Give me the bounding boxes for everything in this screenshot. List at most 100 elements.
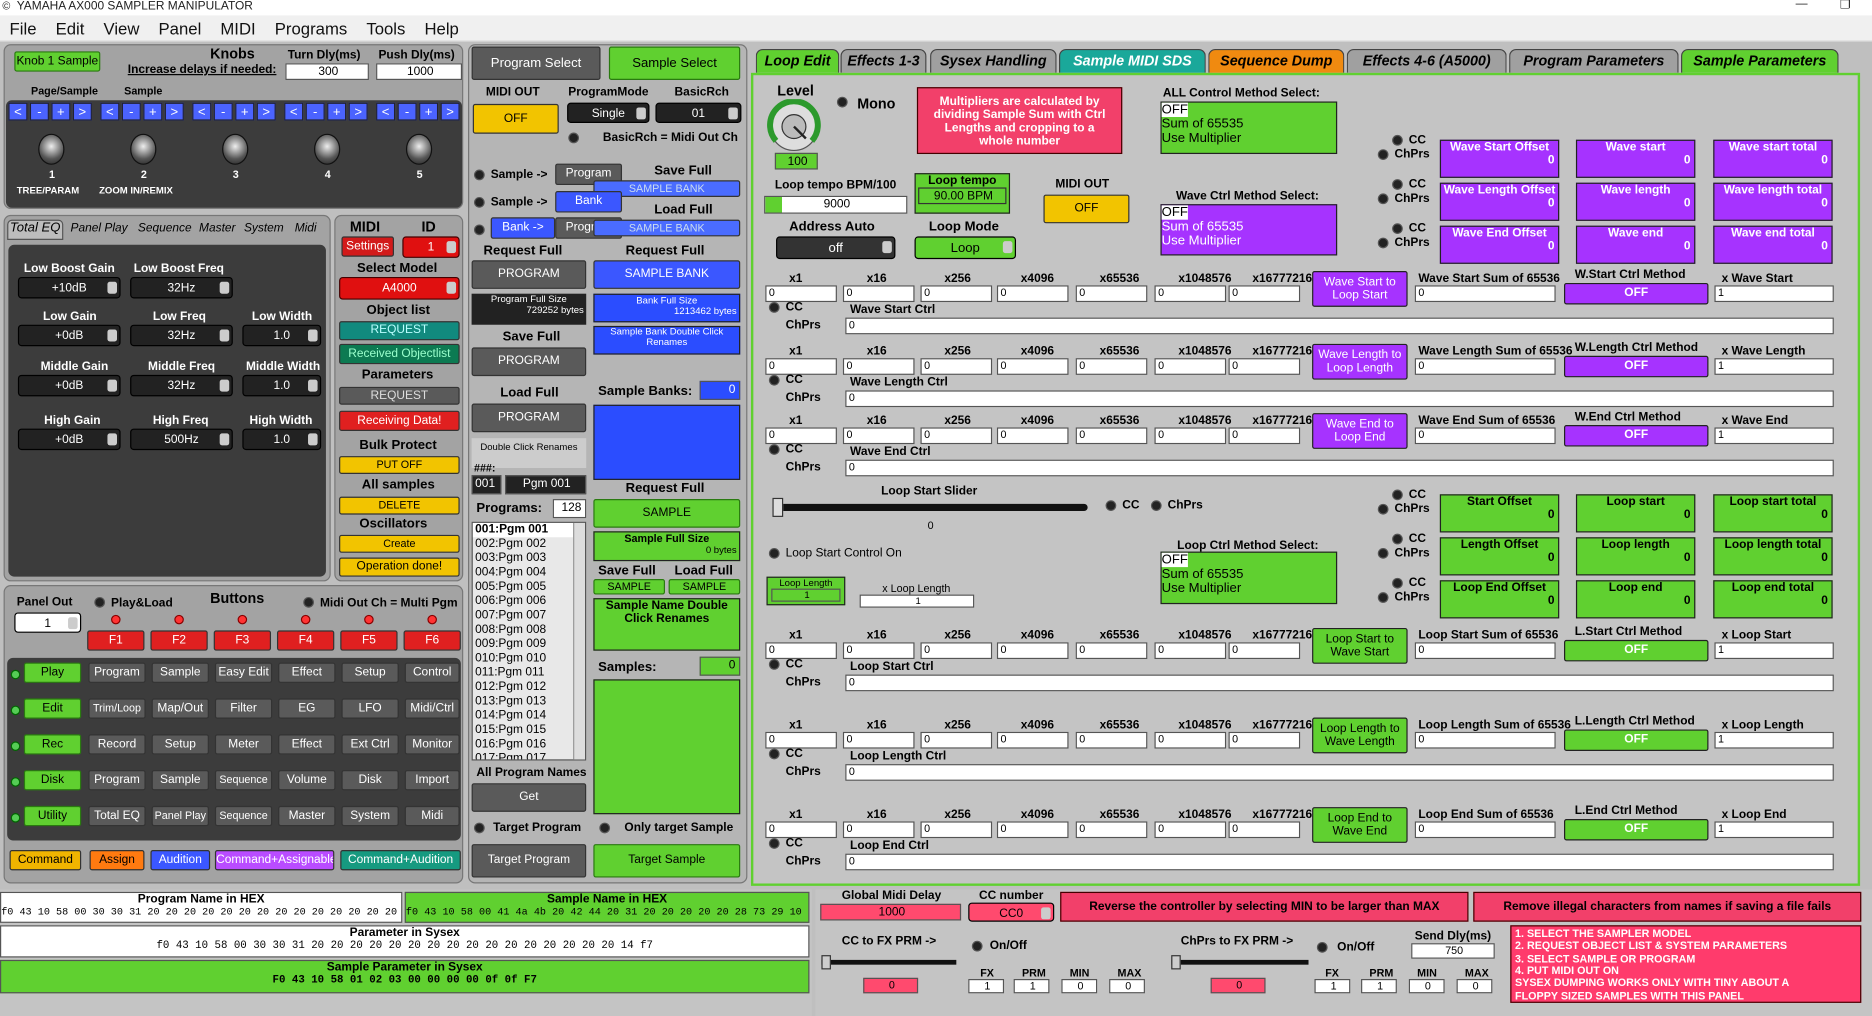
rec-record-button[interactable]: Record: [88, 734, 146, 755]
low-gain-spin[interactable]: +0dB: [17, 324, 121, 347]
loop-mult-input[interactable]: 0: [1075, 821, 1148, 839]
knob2-right[interactable]: >: [164, 102, 184, 121]
knob3-left[interactable]: <: [192, 102, 212, 121]
loop-x-input[interactable]: 1: [1714, 821, 1834, 839]
send-dly-input[interactable]: 750: [1411, 943, 1495, 959]
command-audition-button[interactable]: Command+Audition: [340, 850, 461, 871]
global-midi-delay-input[interactable]: 1000: [820, 903, 962, 921]
row-disk-button[interactable]: Disk: [23, 770, 82, 791]
loop-mult-input[interactable]: 0: [842, 731, 915, 749]
left-tab-panel-play[interactable]: Panel Play: [66, 222, 133, 235]
cc-min-input[interactable]: 0: [1061, 978, 1098, 994]
disk-disk-button[interactable]: Disk: [341, 770, 399, 791]
play-setup-button[interactable]: Setup: [341, 662, 399, 683]
loop-box-cc-radio[interactable]: [1392, 533, 1403, 545]
knob5-minus[interactable]: -: [397, 102, 417, 121]
request-full-bank-button[interactable]: SAMPLE BANK: [593, 260, 741, 289]
slider-cc-radio[interactable]: [1105, 500, 1117, 511]
loop-box-chprs-radio[interactable]: [1377, 548, 1389, 559]
chprs-max-input[interactable]: 0: [1456, 978, 1493, 994]
left-tab-system[interactable]: System: [240, 222, 288, 235]
loop-ctrl-opt-sum[interactable]: Sum of 65535: [1162, 567, 1336, 581]
utility-sequence-button[interactable]: Sequence: [214, 805, 273, 827]
loop-mult-input[interactable]: 0: [1154, 731, 1227, 749]
target-program-button[interactable]: Target Program: [471, 844, 587, 878]
wave-mult-input[interactable]: 0: [1154, 427, 1227, 445]
mid-midi-out-button[interactable]: OFF: [472, 103, 559, 134]
progmode-select[interactable]: Single: [567, 102, 650, 123]
loop-ctrl-method-list[interactable]: OFF Sum of 65535 Use Multiplier: [1160, 551, 1338, 605]
row-edit-button[interactable]: Edit: [23, 698, 82, 719]
loop-box-chprs-radio[interactable]: [1377, 592, 1389, 603]
wave-row-cc-radio[interactable]: [768, 302, 780, 313]
wave-ctrl-opt-off[interactable]: OFF: [1161, 205, 1188, 220]
loop-param-value[interactable]: 0: [1714, 509, 1831, 522]
loop-sum-input[interactable]: 0: [1414, 642, 1556, 660]
loop-param-value[interactable]: 0: [1577, 595, 1694, 608]
create-button[interactable]: Create: [339, 534, 460, 553]
parameters-request-button[interactable]: REQUEST: [339, 386, 460, 405]
low-width-spin[interactable]: 1.0: [242, 324, 322, 347]
utility-master-button[interactable]: Master: [278, 805, 336, 827]
loop-mult-input[interactable]: 0: [1228, 821, 1301, 839]
low-freq-spin[interactable]: 32Hz: [130, 324, 233, 347]
wave-param-value[interactable]: 0: [1441, 197, 1558, 210]
wave-mult-input[interactable]: 0: [1075, 427, 1148, 445]
wave-param-value[interactable]: 0: [1714, 197, 1831, 210]
save-full-sample-button[interactable]: SAMPLE: [593, 579, 666, 595]
command-assignable-button[interactable]: Command+Assignable: [214, 850, 335, 871]
loop-row-cc-radio[interactable]: [768, 838, 780, 849]
tab-sample-parameters[interactable]: Sample Parameters: [1681, 48, 1839, 73]
loop-ctrl-input[interactable]: 0: [845, 853, 1834, 871]
cc-max-input[interactable]: 0: [1109, 978, 1145, 994]
loop-mult-input[interactable]: 0: [920, 731, 993, 749]
program-list-item[interactable]: 003:Pgm 003: [473, 552, 585, 566]
all-ctrl-opt-mult[interactable]: Use Multiplier: [1162, 132, 1336, 146]
wave-box-chprs-radio[interactable]: [1377, 193, 1389, 205]
chprs-fx-input[interactable]: 1: [1314, 978, 1351, 994]
program-list-item[interactable]: 016:Pgm 016: [473, 738, 585, 752]
edit-filter-button[interactable]: Filter: [214, 698, 273, 719]
level-knob[interactable]: [766, 99, 821, 154]
wave-box-chprs-radio[interactable]: [1377, 237, 1389, 249]
wave-mult-input[interactable]: 0: [1075, 358, 1148, 375]
address-auto-select[interactable]: off: [776, 236, 896, 260]
loop-x-input[interactable]: 1: [1714, 731, 1834, 749]
disk-program-button[interactable]: Program: [88, 770, 146, 791]
loop-mult-input[interactable]: 0: [1075, 642, 1148, 660]
knob5-plus[interactable]: +: [419, 102, 439, 121]
loop-start-slider[interactable]: [772, 497, 1088, 517]
edit-midictrl-button[interactable]: Midi/Ctrl: [404, 698, 460, 719]
wave-mult-input[interactable]: 0: [920, 427, 993, 445]
program-list-item[interactable]: 012:Pgm 012: [473, 681, 585, 695]
loop-box-cc-radio[interactable]: [1392, 577, 1403, 589]
mono-radio[interactable]: [836, 96, 848, 108]
wave-mult-input[interactable]: 0: [1228, 427, 1301, 445]
wave-mult-input[interactable]: 0: [765, 285, 837, 303]
disk-sample-button[interactable]: Sample: [151, 770, 209, 791]
knob1-minus[interactable]: -: [29, 102, 49, 121]
left-tab-midi[interactable]: Midi: [291, 222, 320, 235]
wave-mult-input[interactable]: 0: [1154, 358, 1227, 375]
loop-midi-out-button[interactable]: OFF: [1043, 194, 1130, 224]
knob4-plus[interactable]: +: [327, 102, 347, 121]
samples-list[interactable]: [593, 679, 741, 815]
menu-programs[interactable]: Programs: [265, 16, 357, 39]
wave-row-cc-radio[interactable]: [768, 444, 780, 455]
edit-trimloop-button[interactable]: Trim/Loop: [88, 698, 146, 719]
knob1-left[interactable]: <: [8, 102, 28, 121]
loop-start-control-radio[interactable]: [768, 548, 780, 559]
sample-to-program-radio[interactable]: [473, 169, 485, 181]
loop-method-select[interactable]: OFF: [1564, 819, 1709, 841]
program-list-item[interactable]: 001:Pgm 001: [472, 522, 586, 538]
program-list-item[interactable]: 011:Pgm 011: [473, 666, 585, 680]
wave-mult-input[interactable]: 0: [920, 358, 993, 375]
panel-out-spin[interactable]: 1: [14, 612, 82, 633]
pgm-name[interactable]: Pgm 001: [505, 475, 587, 495]
menu-midi[interactable]: MIDI: [211, 16, 265, 39]
loop-copy-button[interactable]: Loop Start to Wave Start: [1312, 627, 1408, 664]
menu-file[interactable]: File: [0, 16, 46, 39]
loop-mult-input[interactable]: 0: [1228, 731, 1301, 749]
wave-x-input[interactable]: 1: [1714, 285, 1834, 303]
request-full-program-button[interactable]: PROGRAM: [471, 260, 587, 289]
